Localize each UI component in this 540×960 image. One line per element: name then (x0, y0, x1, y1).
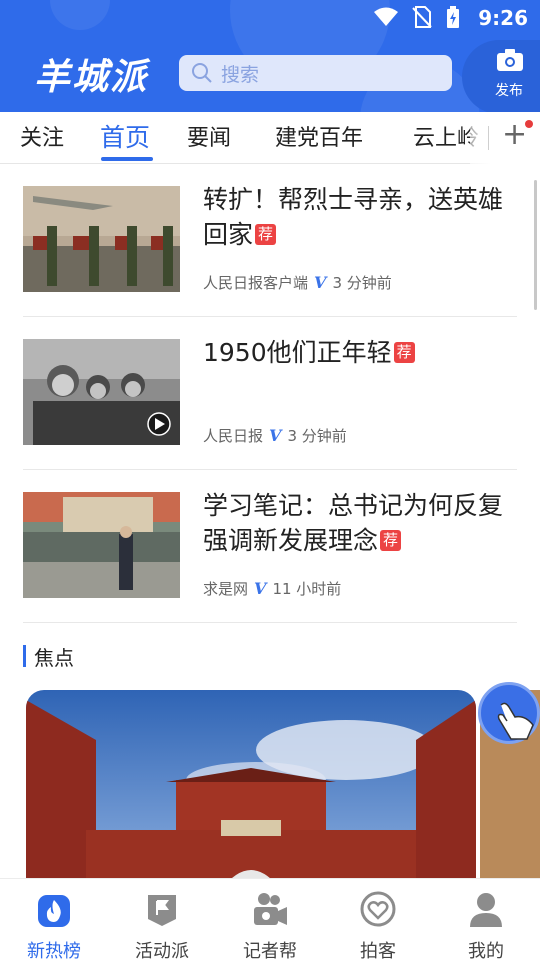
nav-label: 记者帮 (243, 941, 297, 960)
nav-label: 我的 (468, 941, 504, 960)
verified-icon: V (314, 273, 327, 292)
news-time: 3 分钟前 (332, 274, 392, 292)
verified-icon: V (269, 426, 282, 445)
recommend-badge: 荐 (380, 530, 402, 551)
app-screen: 9:26 羊城派 搜索 发布 关注 首页 要闻 建党百年 云上岭 + 转扩！帮烈… (0, 0, 540, 960)
news-thumbnail (23, 339, 180, 445)
news-title: 1950他们正年轻荐 (203, 335, 513, 370)
news-thumbnail (23, 186, 180, 292)
focus-title: 焦点 (34, 645, 74, 670)
nav-hot-list[interactable]: 新热榜 (0, 889, 108, 960)
news-title: 转扩！帮烈士寻亲，送英雄回家荐 (203, 185, 504, 249)
no-sim-icon (412, 6, 432, 28)
hand-pointer-icon (497, 702, 534, 740)
status-bar: 9:26 (0, 0, 540, 36)
tab-home[interactable]: 首页 (100, 118, 150, 154)
nav-profile[interactable]: 我的 (432, 889, 540, 960)
publish-label: 发布 (495, 83, 523, 99)
search-icon (192, 63, 212, 83)
nav-paike[interactable]: 拍客 (324, 889, 432, 960)
notification-dot (525, 120, 533, 128)
news-source: 求是网 (203, 580, 249, 598)
bottom-navigation: 新热榜 活动派 记者帮 拍客 我的 (0, 878, 540, 960)
focus-section-header: 焦点 (23, 644, 74, 670)
status-time: 9:26 (478, 6, 528, 30)
wifi-icon (374, 7, 398, 26)
nav-activities[interactable]: 活动派 (108, 889, 216, 960)
publish-button[interactable]: 发布 (462, 40, 540, 112)
news-item[interactable]: 1950他们正年轻荐 人民日报 V 3 分钟前 (23, 317, 517, 470)
flame-icon (38, 895, 70, 927)
heart-icon (360, 891, 396, 927)
user-icon (470, 893, 502, 927)
tab-party-centenary[interactable]: 建党百年 (275, 120, 363, 152)
news-time: 3 分钟前 (287, 427, 347, 445)
nav-label: 新热榜 (27, 941, 81, 960)
nav-label: 拍客 (360, 941, 396, 960)
app-logo: 羊城派 (34, 56, 149, 98)
tab-news[interactable]: 要闻 (187, 120, 231, 152)
section-marker (23, 645, 26, 667)
news-item[interactable]: 转扩！帮烈士寻亲，送英雄回家荐 人民日报客户端 V 3 分钟前 (23, 164, 517, 317)
news-meta: 求是网 V 11 小时前 (203, 578, 341, 599)
search-input[interactable]: 搜索 (179, 55, 452, 91)
search-placeholder: 搜索 (221, 63, 260, 86)
nav-label: 活动派 (135, 941, 189, 960)
news-meta: 人民日报客户端 V 3 分钟前 (203, 272, 392, 293)
add-channel-icon[interactable]: + (502, 120, 527, 150)
focus-banner[interactable] (26, 690, 476, 890)
flag-icon (148, 895, 176, 926)
recommend-badge: 荐 (255, 224, 277, 245)
news-source: 人民日报 (203, 427, 264, 445)
news-title: 学习笔记：总书记为何反复强调新发展理念荐 (203, 491, 504, 555)
battery-icon (447, 6, 459, 28)
camera-icon (497, 49, 523, 71)
floating-action-button[interactable] (478, 682, 540, 744)
tab-divider (488, 126, 489, 150)
scrollbar[interactable] (534, 180, 537, 310)
news-source: 人民日报客户端 (203, 274, 309, 292)
news-item[interactable]: 学习笔记：总书记为何反复强调新发展理念荐 求是网 V 11 小时前 (23, 470, 517, 623)
recommend-badge: 荐 (393, 342, 415, 363)
category-tabs: 关注 首页 要闻 建党百年 云上岭 + (0, 112, 540, 164)
news-thumbnail (23, 492, 180, 598)
verified-icon: V (254, 579, 267, 598)
tab-follow[interactable]: 关注 (20, 120, 64, 152)
news-meta: 人民日报 V 3 分钟前 (203, 425, 347, 446)
active-tab-indicator (101, 157, 153, 161)
nav-reporter-help[interactable]: 记者帮 (216, 889, 324, 960)
header: 9:26 羊城派 搜索 发布 (0, 0, 540, 112)
video-camera-icon (254, 893, 287, 925)
news-time: 11 小时前 (272, 580, 342, 598)
